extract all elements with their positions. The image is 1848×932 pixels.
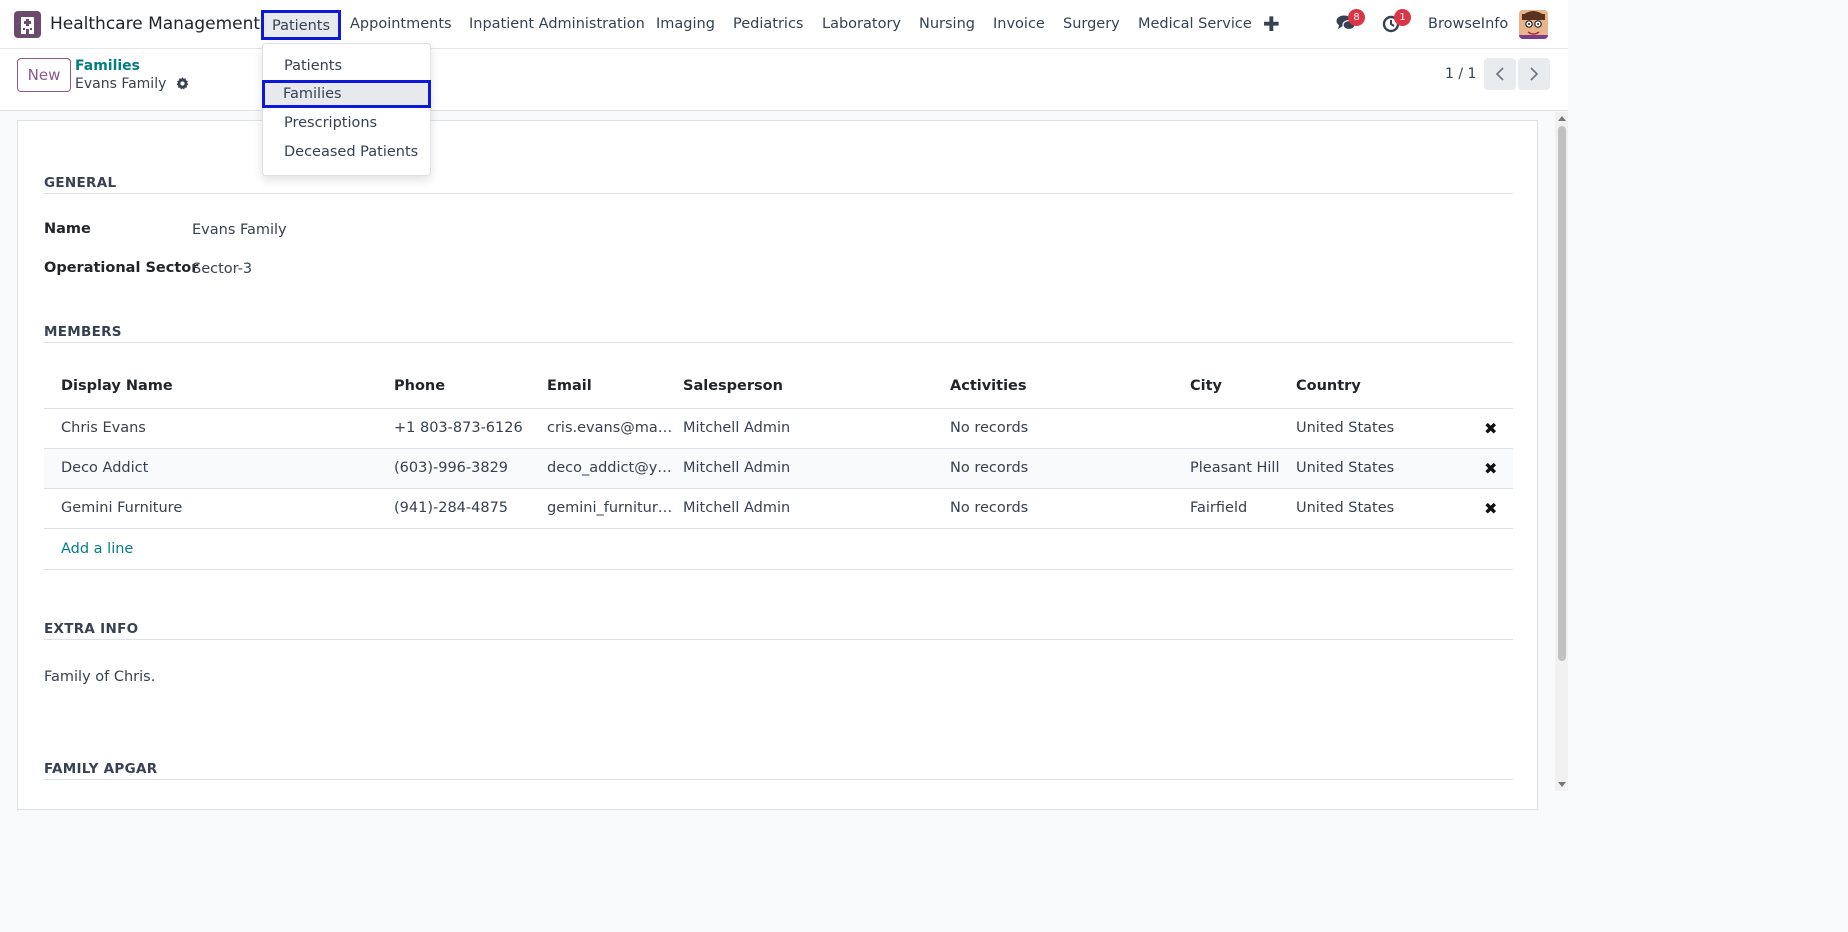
messages-icon[interactable]: 8 <box>1336 9 1365 34</box>
app-title[interactable]: Healthcare Management <box>50 14 260 34</box>
cell-display-name: Gemini Furniture <box>61 500 183 516</box>
name-field[interactable]: Evans Family <box>192 222 287 238</box>
gear-icon-svg <box>176 77 189 90</box>
cell-display-name: Deco Addict <box>61 460 149 476</box>
breadcrumb-current-label: Evans Family <box>75 76 167 92</box>
breadcrumb-current: Evans Family <box>75 76 189 94</box>
table-row[interactable]: Chris Evans +1 803-873-6126 cris.evans@m… <box>44 409 1513 449</box>
cell-salesperson: Mitchell Admin <box>683 460 791 476</box>
pager-value[interactable]: 1 / 1 <box>1445 66 1476 82</box>
delete-row-icon[interactable]: ✖ <box>1484 419 1497 438</box>
patients-dropdown-menu: Patients Families Prescriptions Deceased… <box>262 43 431 176</box>
members-section-title: MEMBERS <box>44 324 122 340</box>
cell-country: United States <box>1296 500 1395 516</box>
cell-email: deco_addict@y… <box>547 460 672 476</box>
column-country[interactable]: Country <box>1296 378 1361 394</box>
page-scrollbar[interactable] <box>1555 112 1568 791</box>
scroll-down-arrow[interactable] <box>1558 782 1566 787</box>
operational-sector-field[interactable]: Sector-3 <box>192 261 252 277</box>
extra-info-divider <box>44 639 1513 640</box>
menu-patients[interactable]: Patients <box>261 10 342 40</box>
table-row[interactable]: Deco Addict (603)-996-3829 deco_addict@y… <box>44 449 1513 489</box>
operational-sector-label: Operational Sector <box>44 260 199 276</box>
chevron-right-icon <box>1530 67 1539 81</box>
dropdown-item-patients[interactable]: Patients <box>263 52 430 80</box>
table-header: Display Name Phone Email Salesperson Act… <box>44 368 1513 409</box>
hospital-building-icon <box>21 16 34 34</box>
menu-pediatrics[interactable]: Pediatrics <box>733 16 803 32</box>
cell-email: cris.evans@mail… <box>547 420 673 436</box>
column-city[interactable]: City <box>1190 378 1222 394</box>
general-section-title: GENERAL <box>44 175 117 191</box>
members-divider <box>44 342 1513 343</box>
column-phone[interactable]: Phone <box>394 378 445 394</box>
cell-city: Pleasant Hill <box>1190 460 1280 476</box>
add-line-row: Add a line <box>44 529 1513 570</box>
cell-activities: No records <box>950 500 1029 516</box>
cell-salesperson: Mitchell Admin <box>683 420 791 436</box>
cell-phone: (603)-996-3829 <box>394 460 509 476</box>
pager-next-button[interactable] <box>1518 58 1550 90</box>
family-apgar-divider <box>44 779 1513 780</box>
delete-row-icon[interactable]: ✖ <box>1484 459 1497 478</box>
dropdown-item-families[interactable]: Families <box>262 80 431 108</box>
avatar-face-icon <box>1519 10 1548 39</box>
cell-activities: No records <box>950 460 1029 476</box>
cell-phone: (941)-284-4875 <box>394 500 509 516</box>
cell-email: gemini_furnitur… <box>547 500 673 516</box>
scroll-up-arrow[interactable] <box>1558 116 1566 121</box>
menu-appointments[interactable]: Appointments <box>350 16 452 32</box>
menu-medical-service[interactable]: Medical Service <box>1138 16 1252 32</box>
column-activities[interactable]: Activities <box>950 378 1027 394</box>
menu-surgery[interactable]: Surgery <box>1063 16 1120 32</box>
menu-nursing[interactable]: Nursing <box>919 16 975 32</box>
extra-info-text[interactable]: Family of Chris. <box>44 669 155 685</box>
menu-inpatient-administration[interactable]: Inpatient Administration <box>469 16 645 32</box>
dropdown-item-deceased-patients[interactable]: Deceased Patients <box>263 138 430 166</box>
family-apgar-section-title: FAMILY APGAR <box>44 761 158 777</box>
gear-icon[interactable] <box>176 77 189 94</box>
cell-phone: +1 803-873-6126 <box>394 420 523 436</box>
cell-city: Fairfield <box>1190 500 1248 516</box>
cell-salesperson: Mitchell Admin <box>683 500 791 516</box>
column-email[interactable]: Email <box>547 378 592 394</box>
messages-badge: 8 <box>1348 9 1365 26</box>
table-row[interactable]: Gemini Furniture (941)-284-4875 gemini_f… <box>44 489 1513 529</box>
delete-row-icon[interactable]: ✖ <box>1484 499 1497 518</box>
plus-icon[interactable]: ✚ <box>1263 12 1280 36</box>
menu-invoice[interactable]: Invoice <box>993 16 1045 32</box>
activities-badge: 1 <box>1394 9 1411 26</box>
menu-laboratory[interactable]: Laboratory <box>822 16 901 32</box>
chevron-left-icon <box>1495 67 1504 81</box>
user-avatar[interactable] <box>1519 10 1548 39</box>
top-navbar: Healthcare Management Patients Appointme… <box>0 0 1568 49</box>
cell-display-name: Chris Evans <box>61 420 146 436</box>
cell-country: United States <box>1296 420 1395 436</box>
name-label: Name <box>44 221 91 237</box>
pager-previous-button[interactable] <box>1484 58 1516 90</box>
column-display-name[interactable]: Display Name <box>61 378 173 394</box>
breadcrumb-families[interactable]: Families <box>75 58 140 74</box>
column-salesperson[interactable]: Salesperson <box>683 378 783 394</box>
extra-info-section-title: EXTRA INFO <box>44 621 139 637</box>
scroll-thumb[interactable] <box>1558 126 1566 661</box>
menu-imaging[interactable]: Imaging <box>656 16 715 32</box>
cell-country: United States <box>1296 460 1395 476</box>
activities-icon[interactable]: 1 <box>1382 9 1411 34</box>
company-switcher[interactable]: BrowseInfo <box>1428 16 1508 32</box>
form-sheet: GENERAL Name Evans Family Operational Se… <box>17 120 1538 810</box>
hospital-app-icon[interactable] <box>14 11 41 38</box>
general-divider <box>44 193 1513 194</box>
new-button[interactable]: New <box>17 58 71 92</box>
add-a-line-link[interactable]: Add a line <box>61 541 133 557</box>
dropdown-item-prescriptions[interactable]: Prescriptions <box>263 109 430 137</box>
cell-activities: No records <box>950 420 1029 436</box>
control-panel: New Families Evans Family 1 / 1 <box>0 49 1568 111</box>
